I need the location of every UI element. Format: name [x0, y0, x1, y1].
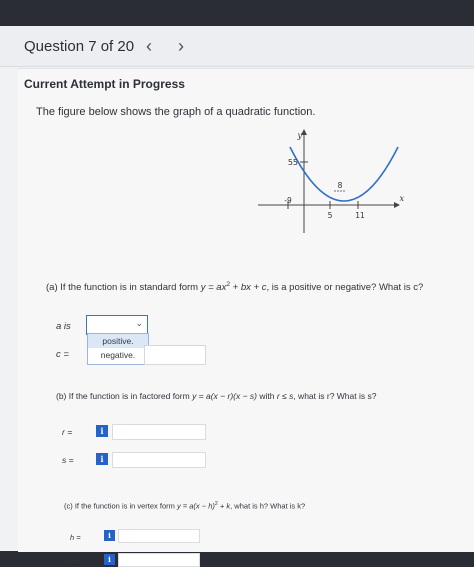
- y-axis-label: y: [296, 131, 302, 140]
- label-55: 55: [288, 158, 298, 167]
- part-c-question: , what is h? What is k?: [230, 501, 306, 511]
- info-icon[interactable]: i: [96, 425, 108, 437]
- k-input[interactable]: [118, 553, 200, 567]
- part-b-mid: with: [257, 391, 277, 401]
- next-question-icon[interactable]: ›: [178, 36, 184, 57]
- part-b-condition: r ≤ s: [276, 391, 294, 401]
- part-c-math-tail: + k: [217, 501, 231, 511]
- part-a-math: y = ax: [200, 282, 227, 294]
- h-input[interactable]: [118, 529, 200, 543]
- c-input[interactable]: [144, 345, 206, 365]
- part-c-text: (c) If the function is in vertex form: [64, 501, 177, 511]
- part-c-math: y = a(x − h): [176, 501, 215, 511]
- question-header: Question 7 of 20 ‹ ›: [0, 26, 474, 67]
- label-8: 8: [338, 181, 343, 190]
- x-axis-label: x: [399, 194, 404, 203]
- part-b-question: , what is r? What is s?: [293, 391, 377, 401]
- option-negative[interactable]: negative.: [88, 348, 148, 362]
- quadratic-graph: y x 55 8 -9 5 11: [258, 129, 404, 233]
- question-intro: The figure below shows the graph of a qu…: [36, 106, 316, 118]
- label-5: 5: [328, 211, 333, 220]
- part-a-prompt: (a) If the function is in standard form …: [46, 281, 424, 294]
- info-icon[interactable]: i: [104, 530, 115, 541]
- info-icon[interactable]: i: [104, 554, 115, 565]
- h-label: h =: [70, 533, 81, 542]
- question-page: Question 7 of 20 ‹ › Current Attempt in …: [0, 26, 474, 567]
- part-b-prompt: (b) If the function is in factored form …: [56, 391, 376, 401]
- part-c-prompt: (c) If the function is in vertex form y …: [64, 501, 306, 511]
- label-neg9: -9: [284, 196, 292, 205]
- r-label: r =: [62, 427, 73, 437]
- a-sign-select[interactable]: ⌄: [86, 315, 148, 335]
- a-label: a is: [56, 321, 71, 332]
- c-label: c =: [56, 349, 69, 360]
- chevron-down-icon: ⌄: [135, 318, 143, 328]
- option-positive[interactable]: positive.: [88, 334, 148, 348]
- question-counter: Question 7 of 20: [24, 38, 135, 55]
- part-b-math: y = a(x − r)(x − s): [192, 391, 258, 401]
- part-a-text: (a) If the function is in standard form: [46, 282, 201, 294]
- s-label: s =: [62, 455, 74, 465]
- info-icon[interactable]: i: [96, 453, 108, 465]
- part-a-math-tail: + bx + c: [230, 282, 267, 294]
- part-a-question: , is a positive or negative? What is c?: [266, 282, 424, 294]
- a-sign-dropdown: positive. negative.: [87, 333, 149, 365]
- label-11: 11: [355, 211, 365, 220]
- previous-question-icon[interactable]: ‹: [146, 36, 152, 57]
- r-input[interactable]: [112, 424, 206, 440]
- s-input[interactable]: [112, 452, 206, 468]
- k-label: k =: [70, 557, 81, 566]
- parabola-curve: [289, 146, 399, 202]
- attempt-status: Current Attempt in Progress: [24, 77, 185, 91]
- question-card: Current Attempt in Progress The figure b…: [18, 68, 474, 567]
- part-b-text: (b) If the function is in factored form: [56, 391, 193, 401]
